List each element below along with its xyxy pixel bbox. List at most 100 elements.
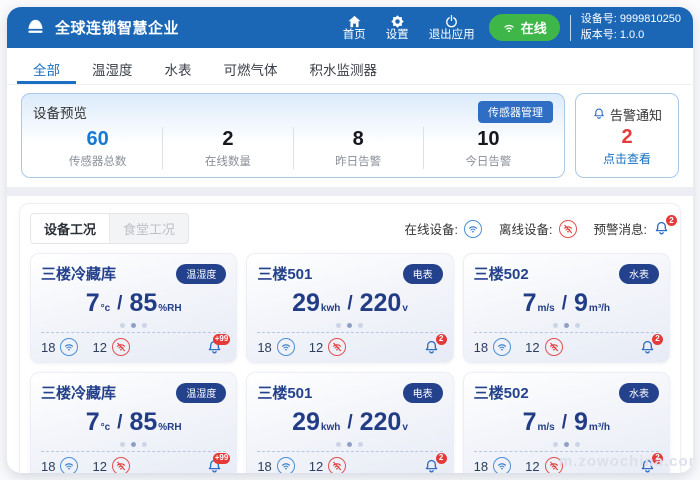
alarm-view-link[interactable]: 点击查看 — [603, 150, 651, 167]
carousel-dots[interactable] — [474, 323, 659, 328]
card-alert-bell-icon[interactable]: 2 — [423, 339, 440, 356]
reading-value-1: 29 — [292, 410, 320, 435]
filter-tab-temp-humidity[interactable]: 温湿度 — [76, 48, 149, 84]
version-number: 版本号: 1.0.0 — [581, 28, 681, 44]
wifi-online-icon — [493, 338, 511, 356]
device-readings: 29kwh / 220v — [257, 410, 442, 435]
carousel-dot — [336, 323, 341, 328]
filter-tab-water-meter[interactable]: 水表 — [149, 48, 208, 84]
offline-count: 12 — [525, 340, 539, 355]
card-alert-badge: 2 — [652, 453, 663, 464]
device-type-badge: 温湿度 — [176, 383, 226, 403]
device-number: 设备号: 9999810250 — [581, 12, 681, 28]
alert-bell-icon[interactable]: 2 — [653, 220, 670, 237]
device-name: 三楼502 — [474, 263, 529, 284]
reading-value-1: 29 — [292, 291, 320, 316]
card-alert-bell-icon[interactable]: 2 — [423, 458, 440, 474]
wifi-icon — [502, 21, 516, 35]
device-info: 设备号: 9999810250 版本号: 1.0.0 — [581, 12, 681, 44]
offline-count: 12 — [309, 340, 323, 355]
card-alert-bell-icon[interactable]: +99 — [206, 458, 223, 474]
online-status-badge[interactable]: 在线 — [489, 14, 560, 41]
tab-device-status[interactable]: 设备工况 — [31, 214, 110, 243]
carousel-dots[interactable] — [41, 442, 226, 447]
reading-value-1: 7 — [86, 410, 100, 435]
nav-exit[interactable]: 退出应用 — [429, 14, 475, 42]
gear-icon — [390, 14, 405, 29]
carousel-dot — [358, 442, 363, 447]
device-card[interactable]: 三楼冷藏库 温湿度 7°c / 85%RH 18 12 +99 — [30, 372, 237, 473]
carousel-dot-active — [347, 323, 352, 328]
online-count: 18 — [41, 340, 55, 355]
carousel-dots[interactable] — [41, 323, 226, 328]
stat-label: 昨日告警 — [294, 153, 423, 169]
reading-unit-2: %RH — [157, 303, 181, 316]
device-name: 三楼冷藏库 — [41, 382, 116, 403]
device-type-badge: 电表 — [403, 383, 443, 403]
carousel-dot — [142, 442, 147, 447]
stat-label: 今日告警 — [424, 153, 553, 169]
device-card[interactable]: 三楼501 电表 29kwh / 220v 18 12 2 — [246, 372, 453, 473]
legend-online-devices: 在线设备: — [405, 219, 482, 238]
wifi-online-icon — [493, 457, 511, 473]
sensor-manage-button[interactable]: 传感器管理 — [478, 101, 553, 123]
legend-alert-label: 预警消息: — [594, 219, 647, 238]
carousel-dot — [553, 442, 558, 447]
stat-online-count: 2 在线数量 — [162, 127, 292, 169]
carousel-dot-active — [131, 442, 136, 447]
nav-home[interactable]: 首页 — [343, 14, 366, 42]
device-card[interactable]: 三楼502 水表 7m/s / 9m³/h 18 12 2 — [463, 253, 670, 363]
carousel-dots[interactable] — [257, 442, 442, 447]
nav-settings-label: 设置 — [386, 29, 409, 42]
legend-offline-devices: 离线设备: — [499, 219, 576, 238]
card-alert-bell-icon[interactable]: +99 — [206, 339, 223, 356]
alarm-notification-panel[interactable]: 告警通知 2 点击查看 — [575, 93, 679, 178]
reading-separator: / — [347, 293, 352, 316]
header-nav: 首页 设置 退出应用 — [343, 14, 475, 42]
reading-separator: / — [117, 293, 122, 316]
reading-value-2: 220 — [360, 291, 402, 316]
reading-unit-1: °c — [100, 303, 111, 316]
carousel-dot — [142, 323, 147, 328]
nav-settings[interactable]: 设置 — [386, 14, 409, 42]
app-window: 全球连锁智慧企业 首页 设置 退出应用 — [7, 7, 693, 473]
device-readings: 29kwh / 220v — [257, 291, 442, 316]
status-legend: 在线设备: 离线设备: 预警消息: 2 — [405, 219, 670, 238]
carousel-dot-active — [131, 323, 136, 328]
bell-icon — [592, 107, 606, 121]
carousel-dots[interactable] — [474, 442, 659, 447]
card-alert-bell-icon[interactable]: 2 — [639, 339, 656, 356]
alarm-title: 告警通知 — [610, 105, 662, 124]
card-alert-badge: +99 — [213, 334, 231, 345]
card-alert-bell-icon[interactable]: 2 — [639, 458, 656, 474]
reading-separator: / — [562, 412, 567, 435]
header-divider — [570, 15, 571, 41]
carousel-dot — [358, 323, 363, 328]
reading-separator: / — [347, 412, 352, 435]
header: 全球连锁智慧企业 首页 设置 退出应用 — [7, 7, 693, 48]
card-alert-badge: 2 — [436, 334, 447, 345]
device-name: 三楼502 — [474, 382, 529, 403]
overview-row: 设备预览 传感器管理 60 传感器总数 2 在线数量 8 昨日告警 10 — [7, 85, 693, 187]
device-card[interactable]: 三楼冷藏库 温湿度 7°c / 85%RH 18 12 +99 — [30, 253, 237, 363]
reading-value-2: 220 — [360, 410, 402, 435]
carousel-dots[interactable] — [257, 323, 442, 328]
filter-tab-gas[interactable]: 可燃气体 — [208, 48, 294, 84]
carousel-dot-active — [564, 442, 569, 447]
reading-value-1: 7 — [523, 410, 537, 435]
reading-value-1: 7 — [86, 291, 100, 316]
offline-count: 12 — [92, 459, 106, 474]
tab-canteen-status[interactable]: 食堂工况 — [110, 214, 188, 243]
wifi-offline-icon — [328, 457, 346, 473]
filter-tab-all[interactable]: 全部 — [17, 48, 76, 84]
reading-separator: / — [562, 293, 567, 316]
device-card[interactable]: 三楼501 电表 29kwh / 220v 18 12 2 — [246, 253, 453, 363]
filter-tab-flood-monitor[interactable]: 积水监测器 — [294, 48, 394, 84]
device-card[interactable]: 三楼502 水表 7m/s / 9m³/h 18 12 2 — [463, 372, 670, 473]
reading-unit-2: v — [401, 422, 408, 435]
reading-unit-2: v — [401, 303, 408, 316]
wifi-online-icon — [277, 338, 295, 356]
reading-unit-1: kwh — [320, 422, 340, 435]
device-type-badge: 温湿度 — [176, 264, 226, 284]
filter-tab-bar: 全部 温湿度 水表 可燃气体 积水监测器 — [7, 48, 693, 85]
